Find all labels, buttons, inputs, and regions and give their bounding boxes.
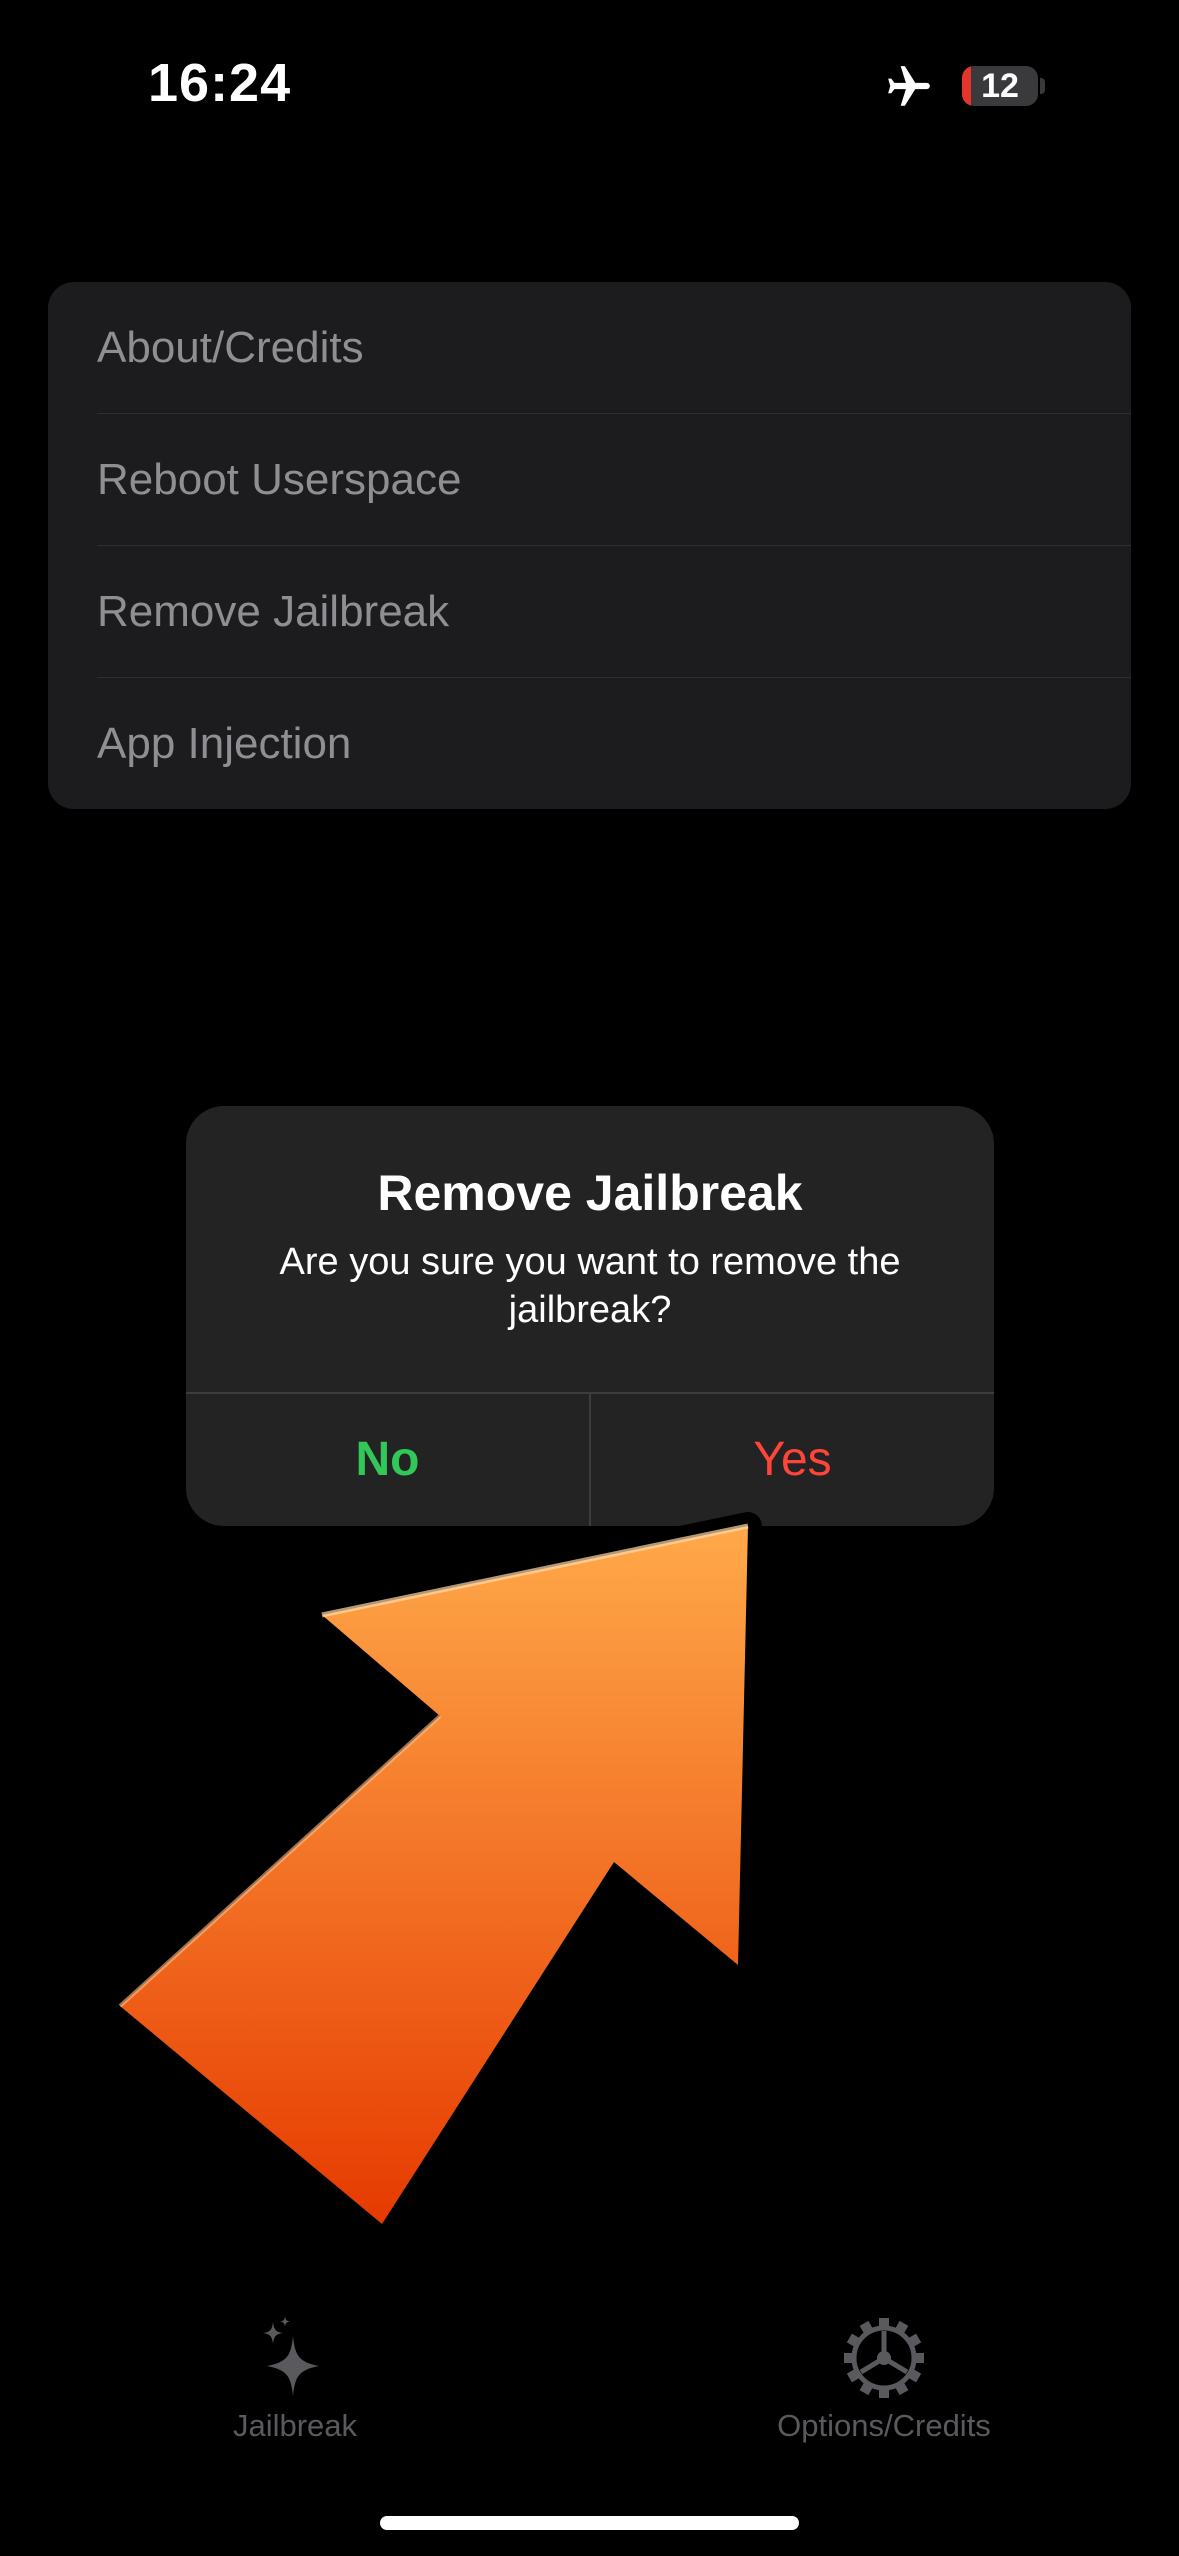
menu-item-remove-jailbreak[interactable]: Remove Jailbreak: [48, 546, 1131, 678]
battery-indicator: 12: [962, 66, 1038, 106]
tab-jailbreak[interactable]: Jailbreak: [145, 2316, 445, 2444]
menu-item-label: Reboot Userspace: [97, 455, 462, 504]
menu-item-reboot-userspace[interactable]: Reboot Userspace: [48, 414, 1131, 546]
no-button[interactable]: No: [186, 1394, 589, 1526]
alert-message: Are you sure you want to remove the jail…: [279, 1241, 901, 1331]
sparkles-icon: [263, 2316, 319, 2396]
menu-item-label: About/Credits: [97, 323, 364, 372]
yes-button[interactable]: Yes: [591, 1394, 994, 1526]
battery-level: 12: [981, 67, 1019, 105]
tab-options-credits[interactable]: Options/Credits: [734, 2316, 1034, 2444]
options-list: About/Credits Reboot Userspace Remove Ja…: [48, 282, 1131, 809]
status-time: 16:24: [148, 53, 292, 113]
menu-item-app-injection[interactable]: App Injection: [48, 678, 1131, 809]
alert-title: Remove Jailbreak: [377, 1165, 803, 1221]
tab-label: Jailbreak: [232, 2408, 358, 2443]
menu-item-label: Remove Jailbreak: [97, 587, 450, 636]
remove-jailbreak-alert: Remove Jailbreak Are you sure you want t…: [186, 1106, 994, 1526]
menu-item-label: App Injection: [97, 719, 352, 768]
airplane-mode-icon: [888, 66, 930, 106]
gear-icon: [844, 2318, 924, 2398]
tab-label: Options/Credits: [777, 2408, 991, 2443]
home-indicator[interactable]: [380, 2516, 799, 2530]
battery-nub: [1040, 78, 1045, 94]
menu-item-about-credits[interactable]: About/Credits: [48, 282, 1131, 414]
